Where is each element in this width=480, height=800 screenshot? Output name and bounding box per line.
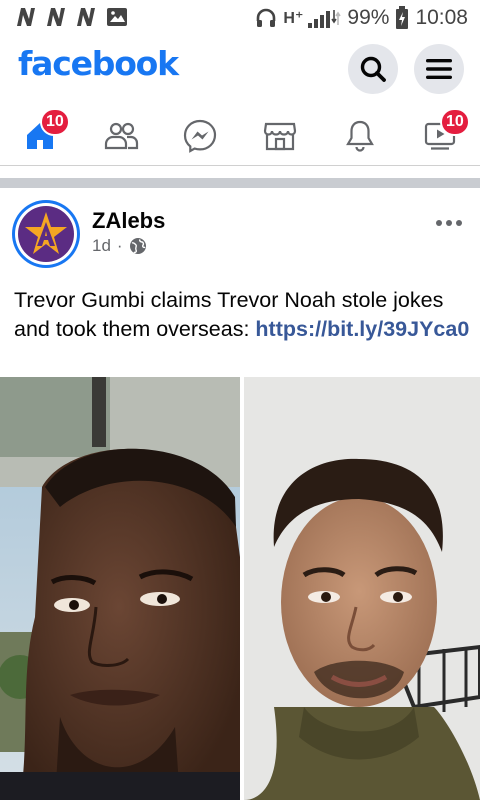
post-link[interactable]: https://bit.ly/39JYca0 [255, 317, 469, 341]
tab-notifications[interactable] [336, 112, 384, 160]
tab-home[interactable]: 10 [16, 108, 70, 160]
dot-icon [436, 220, 442, 226]
navigation-tabs: 10 10 [0, 104, 480, 166]
tab-marketplace[interactable] [256, 112, 304, 160]
app-notification-icon [77, 8, 95, 26]
post-meta: 1d · [92, 236, 147, 256]
post-time[interactable]: 1d [92, 236, 111, 256]
post-author[interactable]: ZAlebs [92, 208, 165, 234]
author-avatar[interactable] [12, 200, 80, 268]
app-header: facebook [0, 36, 480, 100]
post-more-options-button[interactable] [436, 216, 466, 230]
search-button[interactable] [348, 44, 398, 94]
marketplace-icon [263, 122, 297, 151]
tab-watch[interactable]: 10 [416, 108, 470, 160]
tab-friends[interactable] [97, 112, 145, 160]
zalebs-logo-icon [25, 212, 67, 254]
battery-percent: 99% [347, 6, 390, 29]
bell-icon [346, 120, 374, 152]
facebook-logo[interactable]: facebook [18, 44, 179, 83]
status-bar: H⁺ 99% 10:08 [0, 0, 480, 36]
post-text: Trevor Gumbi claims Trevor Noah stole jo… [14, 286, 470, 344]
clock-time: 10:08 [415, 6, 468, 29]
feed-divider [0, 178, 480, 188]
dot-icon [446, 220, 452, 226]
search-icon [360, 56, 386, 82]
watch-notification-badge: 10 [440, 108, 470, 136]
post-photos [0, 377, 480, 800]
messenger-icon [183, 119, 217, 153]
image-notification-icon [107, 8, 127, 26]
meta-separator: · [116, 236, 123, 255]
notification-icons [14, 6, 128, 28]
app-notification-icon [47, 8, 65, 26]
home-notification-badge: 10 [40, 108, 70, 136]
network-type: H⁺ [283, 10, 304, 27]
portrait-photo-2 [244, 377, 480, 800]
headphones-icon [257, 8, 276, 27]
app-notification-icon [17, 8, 35, 26]
battery-charging-icon [396, 6, 409, 29]
dot-icon [456, 220, 462, 226]
friends-icon [104, 122, 139, 150]
feed-post: ZAlebs 1d · Trevor Gumbi claims Trevor N… [0, 188, 480, 800]
status-right: H⁺ 99% 10:08 [255, 4, 468, 32]
menu-button[interactable] [414, 44, 464, 94]
globe-icon [129, 238, 146, 254]
signal-icon [308, 10, 342, 28]
hamburger-menu-icon [426, 59, 452, 79]
photo-right[interactable] [244, 377, 480, 800]
photo-left[interactable] [0, 377, 240, 800]
tab-messenger[interactable] [176, 112, 224, 160]
portrait-photo-1 [0, 377, 240, 800]
